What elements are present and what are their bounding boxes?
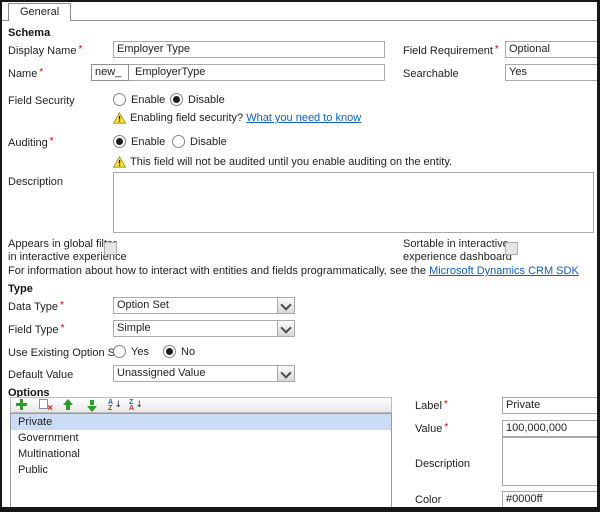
radio-selected-icon (113, 135, 126, 148)
display-name-input[interactable]: Employer Type (113, 41, 385, 58)
delete-option-icon[interactable]: × (38, 399, 52, 412)
default-value-select[interactable]: Unassigned Value (113, 365, 295, 382)
sortable-checkbox[interactable] (505, 242, 518, 255)
searchable-select[interactable]: Yes (505, 64, 600, 81)
field-security-enable-radio[interactable]: Enable (113, 93, 165, 106)
required-asterisk: * (444, 399, 448, 410)
required-asterisk: * (50, 136, 54, 147)
option-value-label: Value* (415, 423, 448, 436)
tabbar-divider (0, 20, 600, 21)
required-asterisk: * (78, 44, 82, 55)
chevron-down-icon (277, 366, 294, 381)
chevron-down-icon (277, 298, 294, 313)
field-type-select[interactable]: Simple (113, 320, 295, 337)
required-asterisk: * (61, 323, 65, 334)
use-existing-no-radio[interactable]: No (163, 345, 195, 358)
searchable-label: Searchable (403, 68, 459, 81)
auditing-warning: This field will not be audited until you… (130, 156, 452, 168)
use-existing-option-set-label: Use Existing Option Set (8, 347, 124, 360)
radio-icon (113, 93, 126, 106)
name-input[interactable]: EmployerType (113, 64, 385, 81)
sort-ascending-icon[interactable]: AZ↓ (107, 399, 121, 412)
option-description-label: Description (415, 458, 470, 471)
field-requirement-label: Field Requirement* (403, 45, 499, 58)
move-up-icon[interactable] (62, 399, 76, 412)
global-filter-checkbox[interactable] (104, 242, 117, 255)
field-requirement-select[interactable]: Optional (505, 41, 600, 58)
crm-sdk-link[interactable]: Microsoft Dynamics CRM SDK (429, 265, 579, 277)
chevron-down-icon (277, 321, 294, 336)
radio-selected-icon (170, 93, 183, 106)
option-color-label: Color (415, 494, 441, 507)
add-option-icon[interactable] (15, 399, 29, 412)
option-label-label: Label* (415, 400, 448, 413)
field-properties-window: General Schema Display Name* Employer Ty… (0, 0, 600, 512)
data-type-select[interactable]: Option Set (113, 297, 295, 314)
option-item-private[interactable]: Private (11, 414, 391, 430)
move-down-icon[interactable] (86, 399, 100, 412)
required-asterisk: * (444, 422, 448, 433)
option-description-textarea[interactable] (502, 437, 600, 486)
name-prefix: new_ (91, 64, 129, 81)
options-list: Private Government Multinational Public (10, 413, 392, 508)
required-asterisk: * (60, 300, 64, 311)
name-label: Name* (8, 68, 43, 81)
tab-general[interactable]: General (8, 3, 71, 21)
radio-icon (172, 135, 185, 148)
default-value-label: Default Value (8, 369, 73, 382)
auditing-label: Auditing* (8, 137, 54, 150)
option-color-input[interactable]: #0000ff (502, 491, 600, 508)
option-item-public[interactable]: Public (11, 462, 391, 478)
required-asterisk: * (39, 67, 43, 78)
x-glyph: × (47, 404, 53, 414)
field-security-disable-radio[interactable]: Disable (170, 93, 225, 106)
use-existing-yes-radio[interactable]: Yes (113, 345, 149, 358)
field-security-help-link[interactable]: What you need to know (246, 112, 361, 124)
required-asterisk: * (495, 44, 499, 55)
warning-icon (113, 111, 126, 123)
option-item-government[interactable]: Government (11, 430, 391, 446)
field-security-warning: Enabling field security? What you need t… (130, 112, 361, 124)
options-toolbar: × AZ↓ ZA↓ (10, 397, 392, 413)
sort-descending-icon[interactable]: ZA↓ (128, 399, 142, 412)
option-label-input[interactable]: Private (502, 397, 600, 414)
radio-icon (113, 345, 126, 358)
sortable-label: Sortable in interactiveexperience dashbo… (403, 238, 512, 264)
description-textarea[interactable] (113, 172, 594, 233)
option-value-input[interactable]: 100,000,000 (502, 420, 600, 437)
sdk-info: For information about how to interact wi… (8, 265, 579, 278)
type-section-header: Type (8, 283, 33, 296)
data-type-label: Data Type* (8, 301, 64, 314)
display-name-label: Display Name* (8, 45, 82, 58)
warning-icon (113, 155, 126, 167)
schema-section-header: Schema (8, 27, 50, 40)
field-security-label: Field Security (8, 95, 75, 108)
radio-selected-icon (163, 345, 176, 358)
auditing-enable-radio[interactable]: Enable (113, 135, 165, 148)
description-label: Description (8, 176, 63, 189)
auditing-disable-radio[interactable]: Disable (172, 135, 227, 148)
option-item-multinational[interactable]: Multinational (11, 446, 391, 462)
field-type-label: Field Type* (8, 324, 64, 337)
